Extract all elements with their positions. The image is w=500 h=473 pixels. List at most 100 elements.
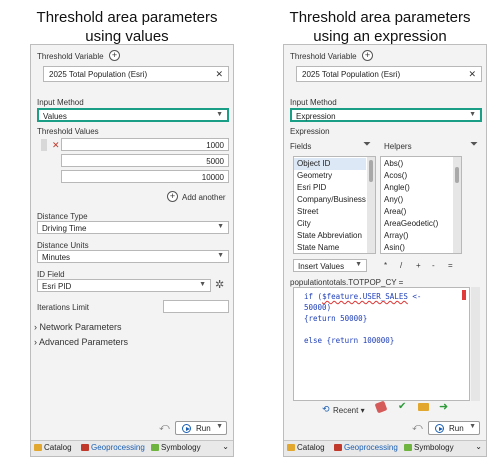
field-item[interactable]: State Name [297, 243, 339, 252]
export-arrow-icon[interactable]: ➜ [439, 400, 448, 413]
field-item[interactable]: Object ID [297, 159, 330, 168]
helper-item[interactable]: Acos() [384, 171, 407, 180]
scrollbar-thumb[interactable] [369, 160, 373, 182]
right-caption: Threshold area parameters using an expre… [265, 8, 495, 46]
threshold-variable-value: 2025 Total Population (Esri) [49, 70, 148, 79]
fields-scrollbar[interactable] [367, 157, 375, 253]
helper-item[interactable]: Abs() [384, 159, 403, 168]
chevron-down-icon: ▾ [360, 406, 365, 415]
chevron-down-icon[interactable]: ▼ [216, 423, 223, 430]
threshold-value-input[interactable]: 10000 [61, 170, 229, 183]
operator-minus-button[interactable]: - [432, 261, 435, 270]
error-marker [462, 290, 466, 300]
run-button[interactable]: Run ▼ [175, 421, 227, 435]
right-caption-line1: Threshold area parameters [289, 9, 471, 26]
code-line-4: else {return 100000} [304, 336, 395, 345]
threshold-value-input[interactable]: 5000 [61, 154, 229, 167]
field-item[interactable]: Company/Business [297, 195, 366, 204]
run-button[interactable]: Run ▼ [428, 421, 480, 435]
insert-values-select[interactable]: Insert Values ▼ [293, 259, 367, 272]
clear-variable-icon[interactable]: ✕ [468, 69, 476, 80]
input-method-value: Values [43, 112, 67, 121]
input-method-select[interactable]: Values ▼ [37, 108, 229, 122]
gear-icon[interactable]: ✲ [215, 278, 224, 291]
threshold-value: 10000 [201, 173, 224, 182]
chevron-down-icon[interactable]: ⌄ [222, 442, 229, 451]
clear-variable-icon[interactable]: ✕ [215, 69, 223, 80]
helpers-scrollbar[interactable] [453, 157, 461, 253]
chevron-down-icon: ▼ [217, 252, 224, 259]
verify-check-icon[interactable]: ✔ [398, 401, 406, 412]
filter-helpers-icon[interactable]: ⏷ [470, 139, 478, 150]
threshold-value-input[interactable]: 1000 [61, 138, 229, 151]
field-item[interactable]: Street [297, 207, 318, 216]
run-label: Run [196, 424, 211, 433]
filter-fields-icon[interactable]: ⏷ [363, 139, 371, 150]
id-field-select[interactable]: Esri PID ▼ [37, 279, 211, 292]
undo-history-icon[interactable]: ⤺ [159, 422, 170, 433]
operator-multiply-button[interactable]: * [384, 261, 387, 270]
tab-geoprocessing[interactable]: Geoprocessing [334, 443, 398, 452]
helper-item[interactable]: Any() [384, 195, 403, 204]
operator-equals-button[interactable]: = [448, 261, 453, 270]
threshold-variable-label: Threshold Variable [290, 52, 357, 61]
helper-item[interactable]: Angle() [384, 183, 410, 192]
operator-divide-button[interactable]: / [400, 261, 402, 270]
chevron-down-icon: ▼ [217, 223, 224, 230]
tab-catalog[interactable]: Catalog [287, 443, 325, 452]
helper-item[interactable]: Asin() [384, 243, 405, 252]
editor-scrollbar[interactable] [471, 287, 480, 401]
tab-catalog-label: Catalog [44, 443, 72, 452]
distance-type-select[interactable]: Driving Time ▼ [37, 221, 229, 234]
chevron-down-icon[interactable]: ⌄ [475, 442, 482, 451]
symbology-icon [151, 444, 159, 451]
tab-symbology[interactable]: Symbology [151, 443, 201, 452]
input-method-label: Input Method [37, 98, 84, 107]
chevron-down-icon[interactable]: ▼ [469, 423, 476, 430]
advanced-parameters-expander[interactable]: › Advanced Parameters [34, 337, 128, 347]
undo-history-icon[interactable]: ⤺ [412, 422, 423, 433]
scrollbar-thumb[interactable] [455, 167, 459, 183]
threshold-variable-field[interactable]: 2025 Total Population (Esri) ✕ [43, 66, 229, 82]
helper-item[interactable]: AreaGeodetic() [384, 219, 438, 228]
fields-list: Object ID Geometry Esri PID Company/Busi… [293, 156, 376, 254]
add-variable-icon[interactable]: + [362, 50, 373, 61]
catalog-icon [287, 444, 295, 451]
toolbox-icon [81, 444, 89, 451]
input-method-select[interactable]: Expression ▼ [290, 108, 482, 122]
chevron-down-icon: ▼ [469, 111, 476, 118]
helper-item[interactable]: Area() [384, 207, 406, 216]
helpers-label: Helpers [384, 142, 412, 151]
field-item[interactable]: City [297, 219, 311, 228]
folder-icon[interactable] [418, 403, 429, 411]
tab-catalog[interactable]: Catalog [34, 443, 72, 452]
code-line-1: if ($feature.USER_SALES <- [304, 292, 421, 301]
distance-units-value: Minutes [42, 253, 71, 262]
field-item[interactable]: Esri PID [297, 183, 326, 192]
threshold-variable-value: 2025 Total Population (Esri) [302, 70, 401, 79]
distance-units-select[interactable]: Minutes ▼ [37, 250, 229, 263]
code-line-2: 50000) [304, 303, 332, 312]
eraser-icon[interactable] [374, 400, 388, 414]
add-another-link[interactable]: Add another [182, 193, 226, 202]
expression-editor[interactable]: if ($feature.USER_SALES <- 50000) {retur… [293, 287, 470, 401]
recent-button[interactable]: Recent ▾ [333, 406, 365, 415]
chevron-right-icon: › [34, 337, 37, 347]
remove-value-icon[interactable]: ✕ [52, 140, 60, 151]
field-item[interactable]: Geometry [297, 171, 332, 180]
row-drag-handle[interactable] [41, 139, 47, 151]
recent-label: Recent [333, 406, 359, 415]
add-variable-icon[interactable]: + [109, 50, 120, 61]
threshold-variable-field[interactable]: 2025 Total Population (Esri) ✕ [296, 66, 482, 82]
iterations-limit-input[interactable] [163, 300, 229, 313]
add-another-icon[interactable]: + [167, 191, 178, 202]
helper-item[interactable]: Array() [384, 231, 408, 240]
tab-symbology[interactable]: Symbology [404, 443, 454, 452]
tab-geoprocessing[interactable]: Geoprocessing [81, 443, 145, 452]
threshold-value: 1000 [206, 141, 224, 150]
operator-plus-button[interactable]: + [416, 261, 421, 270]
input-method-label: Input Method [290, 98, 337, 107]
field-item[interactable]: State Abbreviation [297, 231, 362, 240]
network-parameters-expander[interactable]: › Network Parameters [34, 322, 122, 332]
chevron-right-icon: › [34, 322, 37, 332]
